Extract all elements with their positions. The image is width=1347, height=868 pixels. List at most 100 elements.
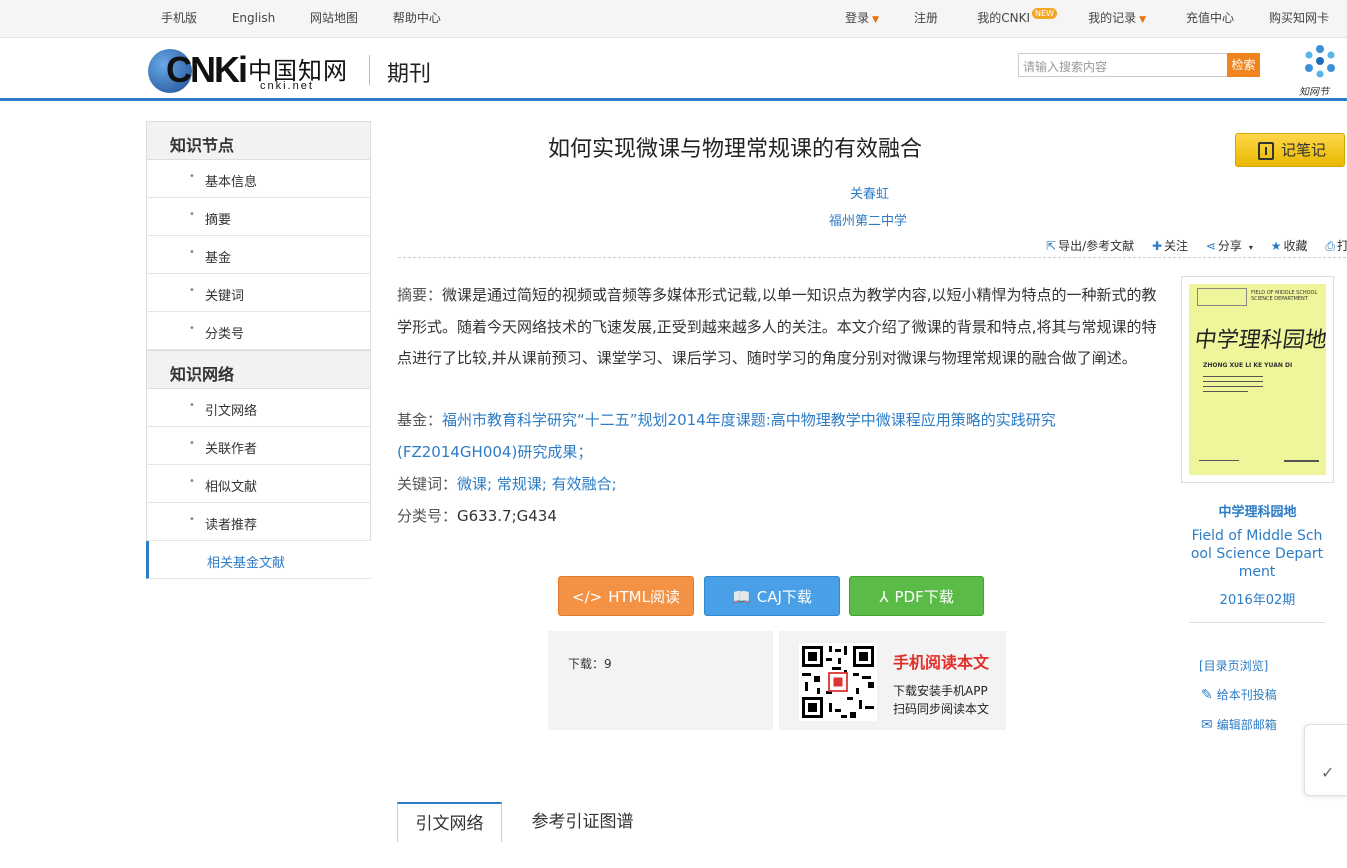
fund-link[interactable]: 福州市教育科学研究“十二五”规划2014年度课题:高中物理教学中微课程应用策略的… [397,411,1056,461]
register-link[interactable]: 注册 [914,9,938,26]
journal-name-cn[interactable]: 中学理科园地 [1181,501,1334,520]
caj-download-label: CAJ下载 [756,588,812,606]
help-center-link[interactable]: 帮助中心 [393,11,441,25]
header-divider [369,55,370,85]
sidebar-item-basic-info[interactable]: • 基本信息 [146,160,371,198]
editor-mail-label: 编辑部邮箱 [1216,718,1277,732]
mobile-read-box: 手机阅读本文 下载安装手机APP 扫码同步阅读本文 [779,631,1006,730]
my-cnki-link[interactable]: 我的CNKI NEW [977,8,1057,26]
zhiwang-jie-logo[interactable]: 知网节 [1296,41,1347,99]
book-icon: 📖 [732,588,751,606]
buy-card-link[interactable]: 购买知网卡 [1269,9,1329,26]
login-link[interactable]: 登录 ▼ [845,9,879,26]
top-bar: 手机版 English 网站地图 帮助中心 登录 ▼ 注册 我的CNKI NEW 我… [0,0,1347,38]
journal-name-en[interactable]: Field of Middle School Science Departmen… [1189,527,1325,581]
export-reference-button[interactable]: ⇱ 导出/参考文献 [1046,239,1141,253]
knowledge-network-heading: 知识网络 [146,350,371,389]
tab-reference-map[interactable]: 参考引证图谱 [515,802,650,842]
editor-mail-link[interactable]: ✉ 编辑部邮箱 [1201,716,1277,733]
fund-section: 基金：福州市教育科学研究“十二五”规划2014年度课题:高中物理教学中微课程应用… [397,405,1161,468]
html-read-button[interactable]: </> HTML阅读 [558,576,694,616]
printer-icon: ⎙ [1325,239,1335,253]
cnki-logo[interactable]: CNKi 中国知网 cnki.net [148,49,348,94]
my-cnki-label: 我的CNKI [977,11,1031,25]
classification-value: G633.7;G434 [457,507,557,525]
caj-download-button[interactable]: 📖 CAJ下载 [704,576,840,616]
meta-divider [398,257,1346,258]
take-note-button[interactable]: 记笔记 [1235,133,1345,167]
cover-subtitle: ZHONG XUE LI KE YUAN DI [1203,362,1293,369]
tab-citation-network[interactable]: 引文网络 [397,802,502,842]
recharge-link[interactable]: 充值中心 [1186,9,1234,26]
cover-line [1203,386,1263,387]
code-icon: </> [572,588,603,606]
site-header: CNKi 中国知网 cnki.net 期刊 请输入搜索内容 检索 知网节 [0,39,1347,101]
sidebar-item-label: 关键词 [205,289,245,304]
sidebar-item-label: 基本信息 [205,175,258,190]
my-records-link[interactable]: 我的记录 ▼ [1088,9,1146,26]
abstract-label: 摘要： [397,286,443,304]
pdf-download-button[interactable]: ⅄ PDF下载 [849,576,984,616]
organization-link[interactable]: 福州第二中学 [829,210,907,229]
sidebar-item-label: 分类号 [205,327,245,342]
zhiwang-jie-text: 知网节 [1299,87,1329,98]
mail-icon: ✉ [1201,717,1213,733]
sidebar-item-abstract[interactable]: • 摘要 [146,198,371,236]
sidebar-item-related-fund-docs[interactable]: 相关基金文献 [146,541,371,579]
bullet-icon: • [189,209,195,220]
html-read-label: HTML阅读 [608,588,680,606]
submit-label: 给本刊投稿 [1216,688,1277,702]
sitemap-link[interactable]: 网站地图 [310,11,358,25]
chevron-down-icon: ▼ [872,15,879,25]
search-input[interactable]: 请输入搜索内容 [1018,53,1228,77]
keywords-section: 关键词：微课; 常规课; 有效融合; [397,469,617,501]
star-icon: ★ [1270,239,1282,253]
sidebar-item-related-authors[interactable]: • 关联作者 [146,427,371,465]
article-tools: ⇱导出/参考文献 ✚关注 ⋖分享 ▾ ★收藏 ⎙打印 [1046,237,1347,254]
bullet-icon: • [189,476,195,487]
abstract-text: 微课是通过简短的视频或音频等多媒体形式记载,以单一知识点为教学内容,以短小精悍为… [397,286,1157,367]
journal-cover[interactable]: FIELD OF MIDDLE SCHOOL SCIENCE DEPARTMEN… [1181,276,1334,483]
submit-to-journal-link[interactable]: ✎ 给本刊投稿 [1201,686,1277,703]
knowledge-node-heading: 知识节点 [146,121,371,160]
sidebar-item-similar-docs[interactable]: • 相似文献 [146,465,371,503]
english-link[interactable]: English [232,11,275,25]
login-label: 登录 [845,11,870,25]
favorite-button[interactable]: ★ 收藏 [1271,239,1315,253]
follow-label: 关注 [1164,239,1189,253]
share-label: 分享 [1217,239,1242,253]
keywords-links[interactable]: 微课; 常规课; 有效融合; [457,475,617,493]
sidebar-item-keywords[interactable]: • 关键词 [146,274,371,312]
share-button[interactable]: ⋖ 分享 ▾ [1206,239,1260,253]
mobile-version-link[interactable]: 手机版 [161,11,197,25]
article-title: 如何实现微课与物理常规课的有效融合 [398,131,1343,163]
cover-line [1284,460,1319,462]
network-flower-icon [1305,45,1335,78]
browse-toc-link[interactable]: [目录页浏览] [1199,657,1268,674]
logo-subtitle: cnki.net [260,80,314,92]
share-icon: ⋖ [1205,239,1216,253]
bullet-icon: • [189,171,195,182]
floating-side-tab[interactable]: ✓ [1304,724,1347,796]
sidebar-item-classification[interactable]: • 分类号 [146,312,371,350]
search-button[interactable]: 检索 [1227,53,1260,77]
print-button[interactable]: ⎙打印 [1325,239,1347,253]
journal-issue[interactable]: 2016年02期 [1181,589,1334,608]
qr-code-icon[interactable] [799,643,877,721]
sidebar-item-fund[interactable]: • 基金 [146,236,371,274]
bullet-icon: • [189,285,195,296]
cover-line [1203,381,1263,382]
bullet-icon: • [189,438,195,449]
cover-title: 中学理科园地 [1192,328,1326,353]
right-divider [1189,622,1325,623]
sidebar-item-label: 相关基金文献 [207,556,286,571]
cover-line [1199,460,1239,461]
author-link[interactable]: 关春虹 [850,183,889,202]
notebook-icon [1258,142,1274,160]
follow-button[interactable]: ✚ 关注 [1152,239,1195,253]
logo-letters: CNKi [166,49,248,90]
sidebar-item-citation-network[interactable]: • 引文网络 [146,389,371,427]
knowledge-sidebar: 知识节点 • 基本信息 • 摘要 • 基金 • 关键词 • 分类号 知识网络 • 引文网络 … [146,121,371,579]
mobile-read-line1: 下载安装手机APP [893,684,988,698]
sidebar-item-reader-recommend[interactable]: • 读者推荐 [146,503,371,541]
